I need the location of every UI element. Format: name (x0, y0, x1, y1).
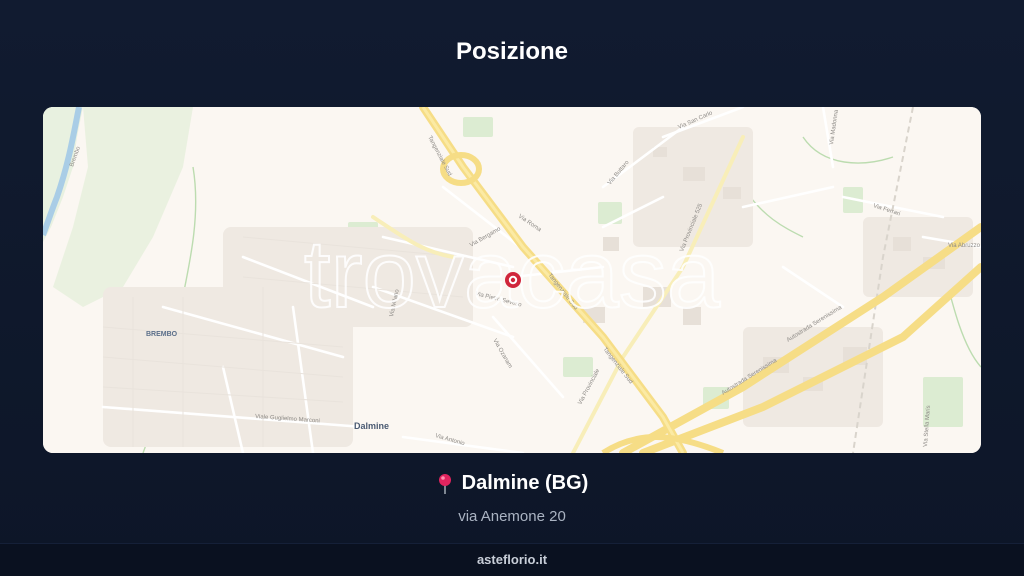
location-marker[interactable] (505, 272, 521, 288)
map-canvas[interactable]: Tangenziale Sud Tangenziale Sud Tangenzi… (43, 107, 981, 453)
location-info: Dalmine (BG) via Anemone 20 (0, 472, 1024, 525)
round-pushpin-icon (436, 473, 454, 495)
location-city: Dalmine (BG) (461, 472, 589, 494)
footer-site-link[interactable]: asteflorio.it (477, 552, 547, 567)
map[interactable]: Tangenziale Sud Tangenziale Sud Tangenzi… (43, 107, 981, 453)
location-address: via Anemone 20 (458, 507, 566, 525)
page: Posizione Tangenziale Sud Tangenziale Su… (0, 0, 1024, 576)
place-label-district: BREMBO (146, 331, 178, 338)
place-label-town: Dalmine (354, 421, 389, 431)
footer: asteflorio.it (0, 543, 1024, 576)
location-title: Dalmine (BG) (436, 472, 589, 495)
street-label-via-abruzzo: Via Abruzzo (948, 243, 981, 249)
page-title: Posizione (455, 38, 569, 65)
